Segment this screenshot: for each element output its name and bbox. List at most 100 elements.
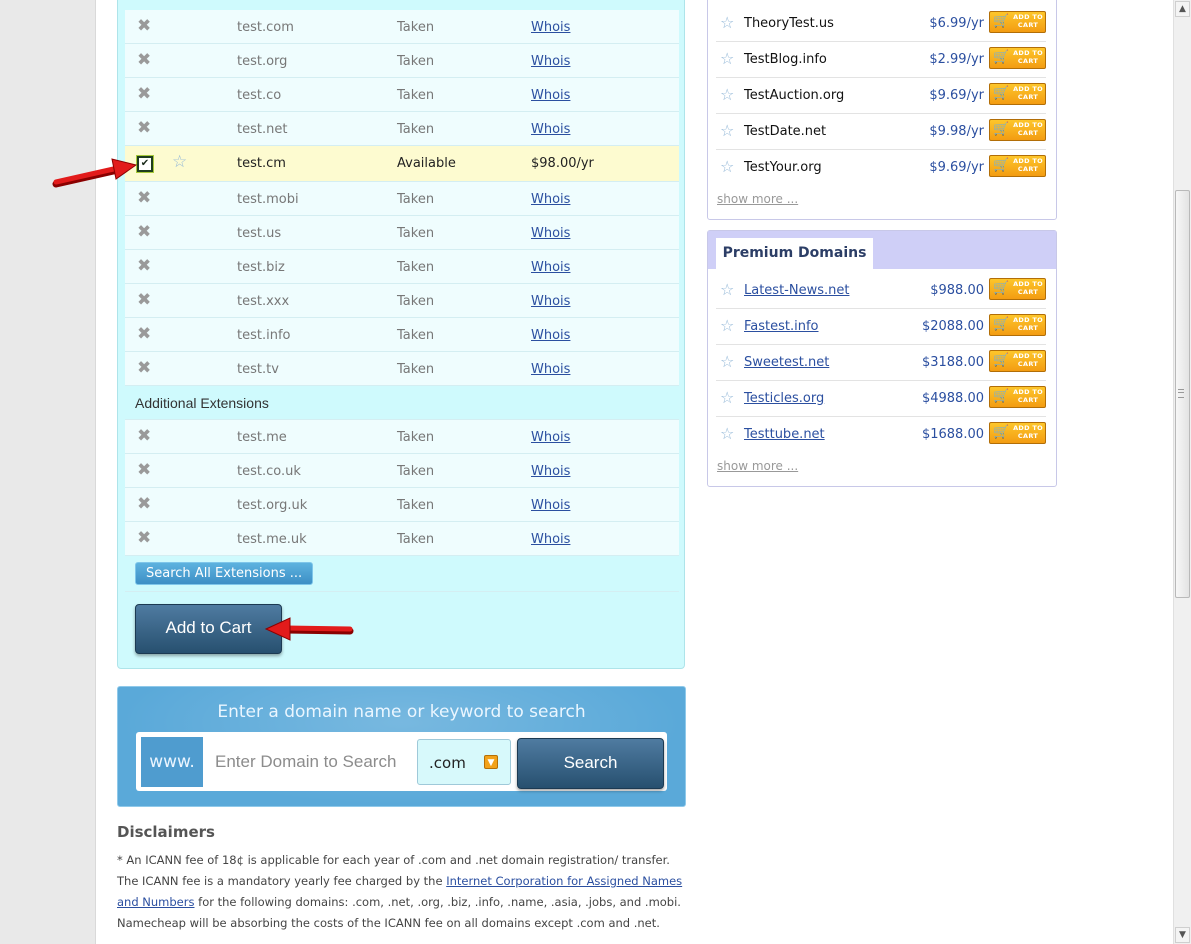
whois-link[interactable]: Whois	[531, 54, 570, 69]
star-icon[interactable]: ☆	[720, 86, 734, 104]
premium-domain-link[interactable]: Testicles.org	[744, 391, 824, 406]
disclaimers-text: * An ICANN fee of 18¢ is applicable for …	[117, 850, 687, 934]
premium-row: ☆ Testtube.net $1688.00 🛒 ADD TO CART	[716, 417, 1046, 453]
table-row: ✖ test.net Taken Whois	[125, 112, 679, 146]
add-to-cart-text: ADD TO CART	[1013, 280, 1043, 296]
star-icon[interactable]: ☆	[720, 425, 734, 443]
search-all-extensions-button[interactable]: Search All Extensions ...	[135, 562, 314, 585]
scroll-down-arrow-icon[interactable]: ▼	[1175, 927, 1190, 943]
show-more-suggestions-link[interactable]: show more ...	[717, 192, 798, 206]
cart-icon: 🛒	[993, 389, 1010, 404]
results-table: ✖ test.com Taken Whois ✖ test.org Taken …	[125, 10, 679, 592]
scroll-up-arrow-icon[interactable]: ▲	[1175, 1, 1190, 17]
table-row: ✖ test.biz Taken Whois	[125, 250, 679, 284]
suggested-domain: TestYour.org	[744, 160, 822, 175]
whois-link[interactable]: Whois	[531, 294, 570, 309]
star-icon[interactable]: ☆	[720, 281, 734, 299]
add-to-cart-small-button[interactable]: 🛒 ADD TO CART	[989, 47, 1046, 69]
star-icon[interactable]: ☆	[720, 389, 734, 407]
domain-status: Taken	[397, 430, 435, 445]
search-title: Enter a domain name or keyword to search	[217, 702, 586, 722]
premium-domain-link[interactable]: Sweetest.net	[744, 355, 829, 370]
whois-link[interactable]: Whois	[531, 498, 570, 513]
cart-icon: 🛒	[993, 14, 1010, 29]
x-icon: ✖	[137, 494, 152, 514]
domain-status: Taken	[397, 20, 435, 35]
table-row: ✖ test.org.uk Taken Whois	[125, 488, 679, 522]
add-to-cart-small-button[interactable]: 🛒 ADD TO CART	[989, 314, 1046, 336]
tld-select[interactable]: .com ▼	[417, 739, 511, 785]
star-icon[interactable]: ☆	[720, 50, 734, 68]
add-to-cart-small-button[interactable]: 🛒 ADD TO CART	[989, 350, 1046, 372]
whois-link[interactable]: Whois	[531, 362, 570, 377]
star-icon[interactable]: ☆	[720, 317, 734, 335]
add-to-cart-text: ADD TO CART	[1013, 388, 1043, 404]
domain-status: Taken	[397, 260, 435, 275]
star-icon[interactable]: ☆	[720, 158, 734, 176]
premium-domain-link[interactable]: Latest-News.net	[744, 283, 849, 298]
whois-link[interactable]: Whois	[531, 122, 570, 137]
whois-link[interactable]: Whois	[531, 20, 570, 35]
premium-domains-tab[interactable]: Premium Domains	[716, 238, 873, 269]
whois-link[interactable]: Whois	[531, 260, 570, 275]
whois-link[interactable]: Whois	[531, 226, 570, 241]
premium-domain-link[interactable]: Testtube.net	[744, 427, 825, 442]
add-to-cart-small-button[interactable]: 🛒 ADD TO CART	[989, 422, 1046, 444]
cart-icon: 🛒	[993, 281, 1010, 296]
premium-price: $988.00	[930, 283, 984, 298]
domain-price: $98.00/yr	[531, 156, 594, 171]
whois-link[interactable]: Whois	[531, 464, 570, 479]
add-to-cart-small-button[interactable]: 🛒 ADD TO CART	[989, 83, 1046, 105]
suggested-price: $9.69/yr	[929, 160, 984, 175]
table-row: ✖ test.me Taken Whois	[125, 420, 679, 454]
domain-status: Taken	[397, 464, 435, 479]
domain-name: test.cm	[237, 156, 286, 171]
premium-row: ☆ Latest-News.net $988.00 🛒 ADD TO CART	[716, 273, 1046, 309]
premium-row: ☆ Fastest.info $2088.00 🛒 ADD TO CART	[716, 309, 1046, 345]
domain-status: Taken	[397, 498, 435, 513]
premium-price: $4988.00	[921, 391, 984, 406]
whois-link[interactable]: Whois	[531, 430, 570, 445]
cart-icon: 🛒	[993, 425, 1010, 440]
whois-link[interactable]: Whois	[531, 328, 570, 343]
whois-link[interactable]: Whois	[531, 192, 570, 207]
domain-name: test.mobi	[237, 192, 299, 207]
table-row: ✖ test.xxx Taken Whois	[125, 284, 679, 318]
search-button[interactable]: Search	[517, 738, 664, 789]
add-to-cart-text: ADD TO CART	[1013, 157, 1043, 173]
x-icon: ✖	[137, 358, 152, 378]
x-icon: ✖	[137, 118, 152, 138]
cart-icon: 🛒	[993, 158, 1010, 173]
domain-name: test.us	[237, 226, 282, 241]
add-to-cart-small-button[interactable]: 🛒 ADD TO CART	[989, 386, 1046, 408]
premium-row: ☆ Sweetest.net $3188.00 🛒 ADD TO CART	[716, 345, 1046, 381]
star-icon[interactable]: ☆	[172, 153, 187, 171]
add-to-cart-small-button[interactable]: 🛒 ADD TO CART	[989, 278, 1046, 300]
table-row: ✖ test.me.uk Taken Whois	[125, 522, 679, 556]
star-icon[interactable]: ☆	[720, 353, 734, 371]
tld-selected-value: .com	[429, 754, 466, 772]
add-to-cart-button[interactable]: Add to Cart	[135, 604, 282, 654]
additional-extensions-heading: Additional Extensions	[125, 386, 679, 420]
premium-domain-link[interactable]: Fastest.info	[744, 319, 819, 334]
vertical-scrollbar[interactable]: ▲ ▼	[1173, 0, 1191, 944]
scrollbar-grip-icon	[1178, 389, 1184, 398]
domain-name: test.xxx	[237, 294, 290, 309]
whois-link[interactable]: Whois	[531, 88, 570, 103]
www-prefix: www.	[141, 737, 203, 787]
add-to-cart-small-button[interactable]: 🛒 ADD TO CART	[989, 11, 1046, 33]
whois-link[interactable]: Whois	[531, 532, 570, 547]
add-to-cart-text: ADD TO CART	[1013, 121, 1043, 137]
domain-search-input[interactable]	[205, 737, 412, 787]
table-row: ✖ test.org Taken Whois	[125, 44, 679, 78]
x-icon: ✖	[137, 290, 152, 310]
domain-status: Taken	[397, 362, 435, 377]
disclaimers-title: Disclaimers	[117, 823, 215, 841]
star-icon[interactable]: ☆	[720, 14, 734, 32]
add-to-cart-small-button[interactable]: 🛒 ADD TO CART	[989, 155, 1046, 177]
add-to-cart-text: ADD TO CART	[1013, 85, 1043, 101]
show-more-premium-link[interactable]: show more ...	[717, 459, 798, 473]
add-to-cart-small-button[interactable]: 🛒 ADD TO CART	[989, 119, 1046, 141]
star-icon[interactable]: ☆	[720, 122, 734, 140]
domain-status: Taken	[397, 328, 435, 343]
